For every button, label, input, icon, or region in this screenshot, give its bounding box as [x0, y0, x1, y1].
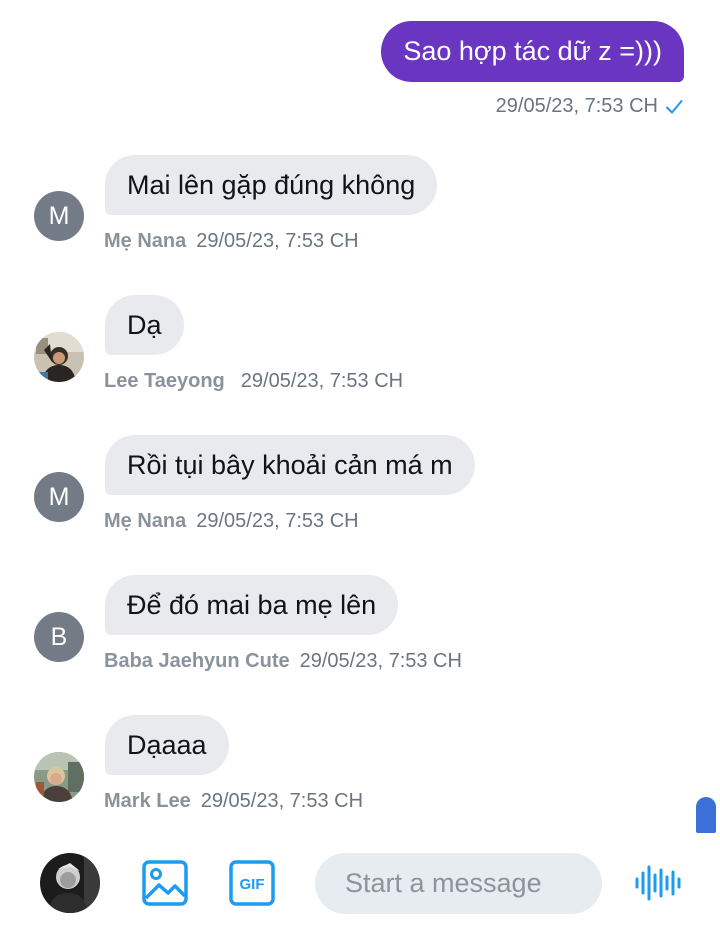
outgoing-timestamp: 29/05/23, 7:53 CH — [495, 95, 658, 117]
message-timestamp: 29/05/23, 7:53 CH — [196, 510, 359, 532]
outgoing-message-meta: 29/05/23, 7:53 CH — [496, 95, 684, 118]
incoming-message: M Rồi tụi bây khoải cản má m Mẹ Nana 29/0… — [0, 435, 720, 565]
message-meta: Mẹ Nana 29/05/23, 7:53 CH — [104, 230, 359, 253]
message-meta: Baba Jaehyun Cute 29/05/23, 7:53 CH — [104, 650, 462, 673]
sender-name[interactable]: Mẹ Nana — [104, 230, 186, 252]
add-gif-button[interactable]: GIF — [227, 858, 277, 908]
add-image-button[interactable] — [140, 858, 190, 908]
outgoing-message-bubble[interactable]: Sao hợp tác dữ z =))) — [381, 21, 684, 82]
incoming-message-bubble[interactable]: Để đó mai ba mẹ lên — [105, 575, 399, 635]
message-composer: GIF — [0, 840, 720, 943]
message-meta: Mark Lee 29/05/23, 7:53 CH — [104, 790, 363, 813]
incoming-message-bubble[interactable]: Dạaaa — [105, 715, 229, 775]
voice-message-button[interactable] — [633, 863, 683, 903]
sender-name[interactable]: Mark Lee — [104, 790, 191, 812]
message-meta: Mẹ Nana 29/05/23, 7:53 CH — [104, 510, 359, 533]
sender-name[interactable]: Mẹ Nana — [104, 510, 186, 532]
current-user-avatar[interactable] — [40, 853, 100, 913]
avatar[interactable]: M — [34, 472, 84, 522]
message-timestamp: 29/05/23, 7:53 CH — [299, 650, 462, 672]
sender-name[interactable]: Lee Taeyong — [104, 370, 225, 392]
check-icon — [666, 99, 683, 113]
voice-wave-icon — [635, 865, 681, 901]
user-photo-icon — [34, 332, 84, 382]
incoming-message: B Để đó mai ba mẹ lên Baba Jaehyun Cute 2… — [0, 575, 720, 705]
incoming-message-bubble[interactable]: Rồi tụi bây khoải cản má m — [105, 435, 475, 495]
message-timestamp: 29/05/23, 7:53 CH — [240, 370, 404, 392]
message-timestamp: 29/05/23, 7:53 CH — [200, 790, 364, 812]
message-timestamp: 29/05/23, 7:53 CH — [196, 230, 359, 252]
incoming-message: M Mai lên gặp đúng không Mẹ Nana 29/05/23… — [0, 155, 720, 285]
incoming-message-bubble[interactable]: Dạ — [105, 295, 184, 355]
avatar[interactable] — [34, 752, 84, 802]
conversation-thread: Sao hợp tác dữ z =))) 29/05/23, 7:53 CH … — [0, 0, 720, 840]
incoming-message-bubble[interactable]: Mai lên gặp đúng không — [105, 155, 438, 215]
svg-text:GIF: GIF — [240, 876, 265, 893]
message-meta: Lee Taeyong 29/05/23, 7:53 CH — [104, 370, 403, 393]
avatar[interactable]: B — [34, 612, 84, 662]
user-photo-icon — [40, 853, 100, 913]
incoming-message: Dạaaa Mark Lee 29/05/23, 7:53 CH — [0, 715, 720, 845]
avatar[interactable]: M — [34, 191, 84, 241]
scroll-to-bottom-handle[interactable] — [696, 797, 716, 833]
sender-name[interactable]: Baba Jaehyun Cute — [104, 650, 290, 672]
avatar[interactable] — [34, 332, 84, 382]
message-input[interactable] — [315, 853, 602, 914]
gif-icon: GIF — [229, 860, 275, 906]
image-icon — [142, 860, 188, 906]
incoming-message: Dạ Lee Taeyong 29/05/23, 7:53 CH — [0, 295, 720, 425]
user-photo-icon — [34, 752, 84, 802]
